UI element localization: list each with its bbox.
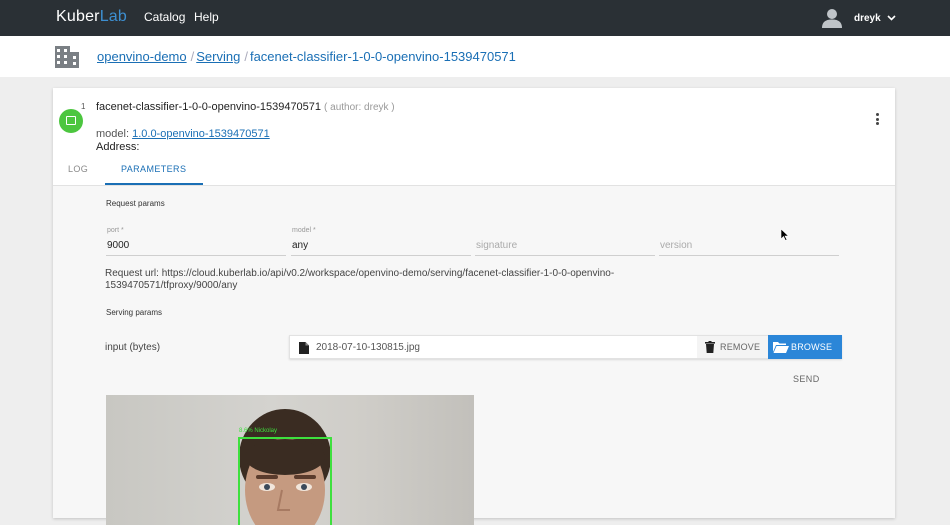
input-bytes-label: input (bytes) [105, 342, 161, 353]
port-label: port * [107, 227, 124, 234]
breadcrumb-workspace[interactable]: openvino-demo [97, 49, 187, 64]
model-input[interactable] [292, 240, 470, 251]
face-detection-label: 8.6% Nickolay [239, 428, 278, 434]
serving-title: facenet-classifier-1-0-0-openvino-153947… [96, 101, 395, 113]
model-label: model: [96, 128, 130, 140]
active-tab-indicator [105, 183, 203, 185]
signature-field[interactable] [475, 227, 655, 256]
status-count: 1 [81, 102, 86, 111]
breadcrumb-serving[interactable]: Serving [196, 49, 240, 64]
folder-open-icon [773, 342, 789, 353]
serving-header: 1 facenet-classifier-1-0-0-openvino-1539… [53, 88, 895, 186]
port-input[interactable] [107, 240, 285, 251]
tab-log[interactable]: LOG [68, 164, 88, 174]
model-version-link[interactable]: 1.0.0-openvino-1539470571 [132, 128, 270, 140]
organization-building-icon [55, 46, 79, 68]
remove-button[interactable]: REMOVE [697, 336, 768, 358]
address-label: Address: [96, 141, 140, 153]
model-label: model * [292, 227, 316, 234]
selected-file-name: 2018-07-10-130815.jpg [316, 342, 420, 353]
logo-text-accent: Lab [99, 8, 127, 25]
nav-help[interactable]: Help [194, 10, 219, 24]
serving-status-icon [59, 109, 83, 133]
breadcrumb-separator: / [244, 49, 248, 64]
top-navbar: KuberLab Catalog Help dreyk [0, 0, 950, 36]
serving-author: ( author: dreyk ) [324, 102, 395, 113]
version-input[interactable] [660, 240, 838, 251]
trash-icon [705, 341, 715, 353]
result-image: 8.6% Nickolay [106, 395, 474, 525]
user-name: dreyk [854, 12, 881, 24]
request-url: Request url: https://cloud.kuberlab.io/a… [105, 268, 615, 291]
logo-text-main: Kuber [56, 8, 100, 25]
tab-parameters[interactable]: PARAMETERS [121, 164, 186, 174]
signature-input[interactable] [476, 240, 654, 251]
user-avatar-icon [822, 9, 842, 28]
send-button[interactable]: SEND [793, 374, 820, 384]
breadcrumb-bar: openvino-demo / Serving / facenet-classifier… [0, 36, 950, 77]
breadcrumb-current: facenet-classifier-1-0-0-openvino-153947… [249, 49, 516, 64]
browse-label: BROWSE [791, 342, 833, 352]
breadcrumb: openvino-demo / Serving / facenet-classifier… [97, 49, 516, 64]
remove-label: REMOVE [720, 342, 761, 352]
model-info: model: 1.0.0-openvino-1539470571 [96, 128, 270, 140]
request-params-title: Request params [106, 199, 165, 208]
app-logo[interactable]: KuberLab [56, 8, 127, 26]
serving-params-title: Serving params [106, 308, 163, 317]
more-options-icon[interactable] [873, 113, 881, 127]
mouse-cursor-icon [781, 229, 789, 241]
breadcrumb-separator: / [190, 49, 195, 64]
file-icon [299, 342, 309, 354]
serving-card: 1 facenet-classifier-1-0-0-openvino-1539… [53, 88, 895, 525]
user-menu[interactable]: dreyk [822, 4, 896, 32]
monitor-icon [66, 116, 76, 125]
serving-name: facenet-classifier-1-0-0-openvino-153947… [96, 101, 322, 113]
port-field[interactable]: port * [106, 227, 286, 256]
nav-catalog[interactable]: Catalog [144, 10, 185, 24]
version-field[interactable] [659, 227, 839, 256]
browse-button[interactable]: BROWSE [768, 335, 842, 359]
model-field[interactable]: model * [291, 227, 471, 256]
file-input[interactable]: 2018-07-10-130815.jpg REMOVE BROWSE [289, 335, 842, 359]
chevron-down-icon [887, 15, 896, 21]
